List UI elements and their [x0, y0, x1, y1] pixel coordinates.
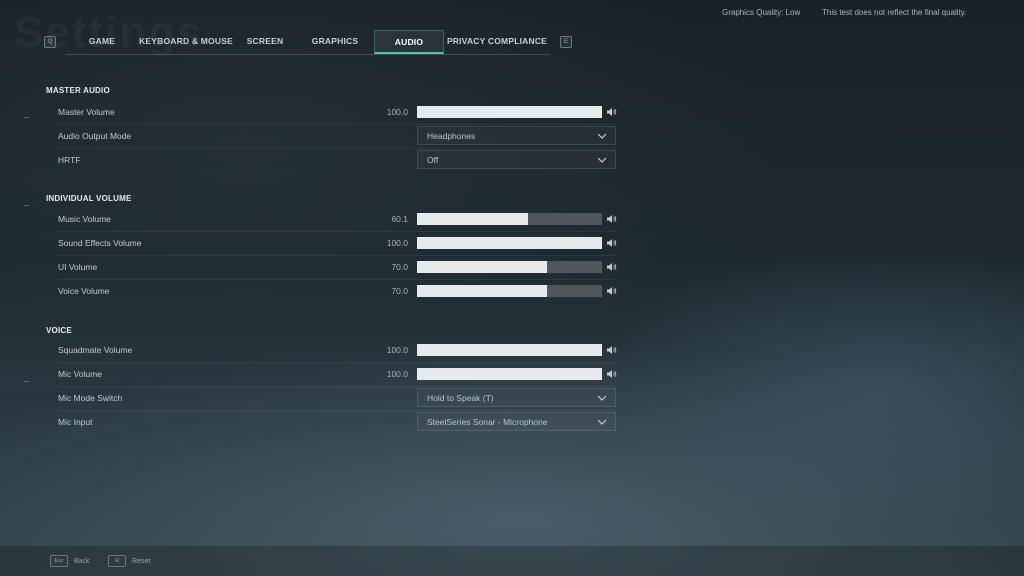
- section-title-voice: VOICE: [46, 326, 72, 335]
- back-label: Back: [74, 557, 90, 565]
- speaker-icon[interactable]: [606, 237, 618, 249]
- setting-label: Mic Mode Switch: [58, 393, 123, 403]
- slider-fill: [417, 213, 529, 225]
- hrtf-dropdown[interactable]: Off: [417, 150, 616, 169]
- chevron-down-icon: [597, 133, 607, 139]
- setting-value: 100.0: [386, 238, 408, 248]
- footer-bar: Esc Back R Reset: [0, 546, 1024, 576]
- tab-game[interactable]: GAME: [66, 30, 138, 54]
- setting-label: Master Volume: [58, 107, 115, 117]
- setting-row-mic-mode-switch[interactable]: Mic Mode Switch Hold to Speak (T): [46, 386, 622, 410]
- setting-label: Squadmate Volume: [58, 345, 133, 355]
- chevron-down-icon: [597, 157, 607, 163]
- next-tab-key-hint[interactable]: E: [560, 36, 572, 48]
- tab-bar-divider: [66, 54, 550, 55]
- reset-key-hint: R: [108, 555, 126, 567]
- side-marker: [24, 381, 30, 382]
- slider-fill: [417, 237, 602, 249]
- setting-label: Mic Volume: [58, 369, 102, 379]
- slider-fill: [417, 261, 547, 273]
- dropdown-value: Headphones: [427, 131, 476, 141]
- setting-label: HRTF: [58, 155, 81, 165]
- setting-value: 60.1: [391, 214, 408, 224]
- chevron-down-icon: [597, 395, 607, 401]
- speaker-icon[interactable]: [606, 285, 618, 297]
- tab-audio[interactable]: AUDIO: [374, 30, 444, 54]
- mic-volume-slider[interactable]: [417, 368, 602, 380]
- speaker-icon[interactable]: [606, 344, 618, 356]
- setting-row-sound-effects-volume[interactable]: Sound Effects Volume 100.0: [46, 231, 622, 255]
- setting-row-squadmate-volume[interactable]: Squadmate Volume 100.0: [46, 338, 622, 362]
- side-marker: [24, 205, 30, 206]
- mic-mode-switch-dropdown[interactable]: Hold to Speak (T): [417, 388, 616, 407]
- setting-value: 100.0: [386, 107, 408, 117]
- setting-label: Voice Volume: [58, 286, 110, 296]
- setting-row-master-volume[interactable]: Master Volume 100.0: [46, 100, 622, 124]
- setting-label: Sound Effects Volume: [58, 238, 142, 248]
- setting-label: Audio Output Mode: [58, 131, 132, 141]
- setting-row-audio-output-mode[interactable]: Audio Output Mode Headphones: [46, 124, 622, 148]
- setting-value: 100.0: [386, 345, 408, 355]
- prev-tab-key-hint[interactable]: Q: [44, 36, 56, 48]
- setting-label: UI Volume: [58, 262, 98, 272]
- master-volume-slider[interactable]: [417, 106, 602, 118]
- ui-volume-slider[interactable]: [417, 261, 602, 273]
- disclaimer-text: This test does not reflect the final qua…: [822, 8, 967, 17]
- dropdown-value: SteelSeries Sonar - Microphone: [427, 417, 548, 427]
- music-volume-slider[interactable]: [417, 213, 602, 225]
- audio-output-mode-dropdown[interactable]: Headphones: [417, 126, 616, 145]
- dropdown-value: Hold to Speak (T): [427, 393, 494, 403]
- setting-row-mic-input[interactable]: Mic Input SteelSeries Sonar - Microphone: [46, 410, 622, 434]
- tab-graphics[interactable]: GRAPHICS: [296, 30, 374, 54]
- speaker-icon[interactable]: [606, 368, 618, 380]
- tab-list: GAME KEYBOARD & MOUSE SCREEN GRAPHICS AU…: [66, 30, 550, 54]
- settings-tab-bar: Q GAME KEYBOARD & MOUSE SCREEN GRAPHICS …: [44, 30, 574, 55]
- slider-fill: [417, 344, 602, 356]
- back-button[interactable]: Esc Back: [50, 555, 90, 567]
- setting-value: 70.0: [391, 262, 408, 272]
- back-key-hint: Esc: [50, 555, 68, 567]
- speaker-icon[interactable]: [606, 106, 618, 118]
- section-title-master-audio: MASTER AUDIO: [46, 86, 110, 95]
- setting-value: 70.0: [391, 286, 408, 296]
- reset-label: Reset: [132, 557, 151, 565]
- reset-button[interactable]: R Reset: [108, 555, 150, 567]
- setting-label: Music Volume: [58, 214, 111, 224]
- setting-row-ui-volume[interactable]: UI Volume 70.0: [46, 255, 622, 279]
- chevron-down-icon: [597, 419, 607, 425]
- setting-row-music-volume[interactable]: Music Volume 60.1: [46, 207, 622, 231]
- sound-effects-volume-slider[interactable]: [417, 237, 602, 249]
- section-title-individual-volume: INDIVIDUAL VOLUME: [46, 194, 132, 203]
- mic-input-dropdown[interactable]: SteelSeries Sonar - Microphone: [417, 412, 616, 431]
- setting-label: Mic Input: [58, 417, 93, 427]
- dropdown-value: Off: [427, 155, 439, 165]
- setting-row-mic-volume[interactable]: Mic Volume 100.0: [46, 362, 622, 386]
- speaker-icon[interactable]: [606, 261, 618, 273]
- setting-row-voice-volume[interactable]: Voice Volume 70.0: [46, 279, 622, 303]
- squadmate-volume-slider[interactable]: [417, 344, 602, 356]
- tab-keyboard-mouse[interactable]: KEYBOARD & MOUSE: [138, 30, 234, 54]
- setting-value: 100.0: [386, 369, 408, 379]
- slider-fill: [417, 106, 602, 118]
- tab-privacy-compliance[interactable]: PRIVACY COMPLIANCE: [444, 30, 550, 54]
- voice-volume-slider[interactable]: [417, 285, 602, 297]
- side-marker: [24, 117, 30, 118]
- slider-fill: [417, 285, 547, 297]
- setting-row-hrtf[interactable]: HRTF Off: [46, 148, 622, 172]
- speaker-icon[interactable]: [606, 213, 618, 225]
- graphics-quality-label: Graphics Quality: Low: [722, 8, 801, 17]
- slider-fill: [417, 368, 602, 380]
- tab-screen[interactable]: SCREEN: [234, 30, 296, 54]
